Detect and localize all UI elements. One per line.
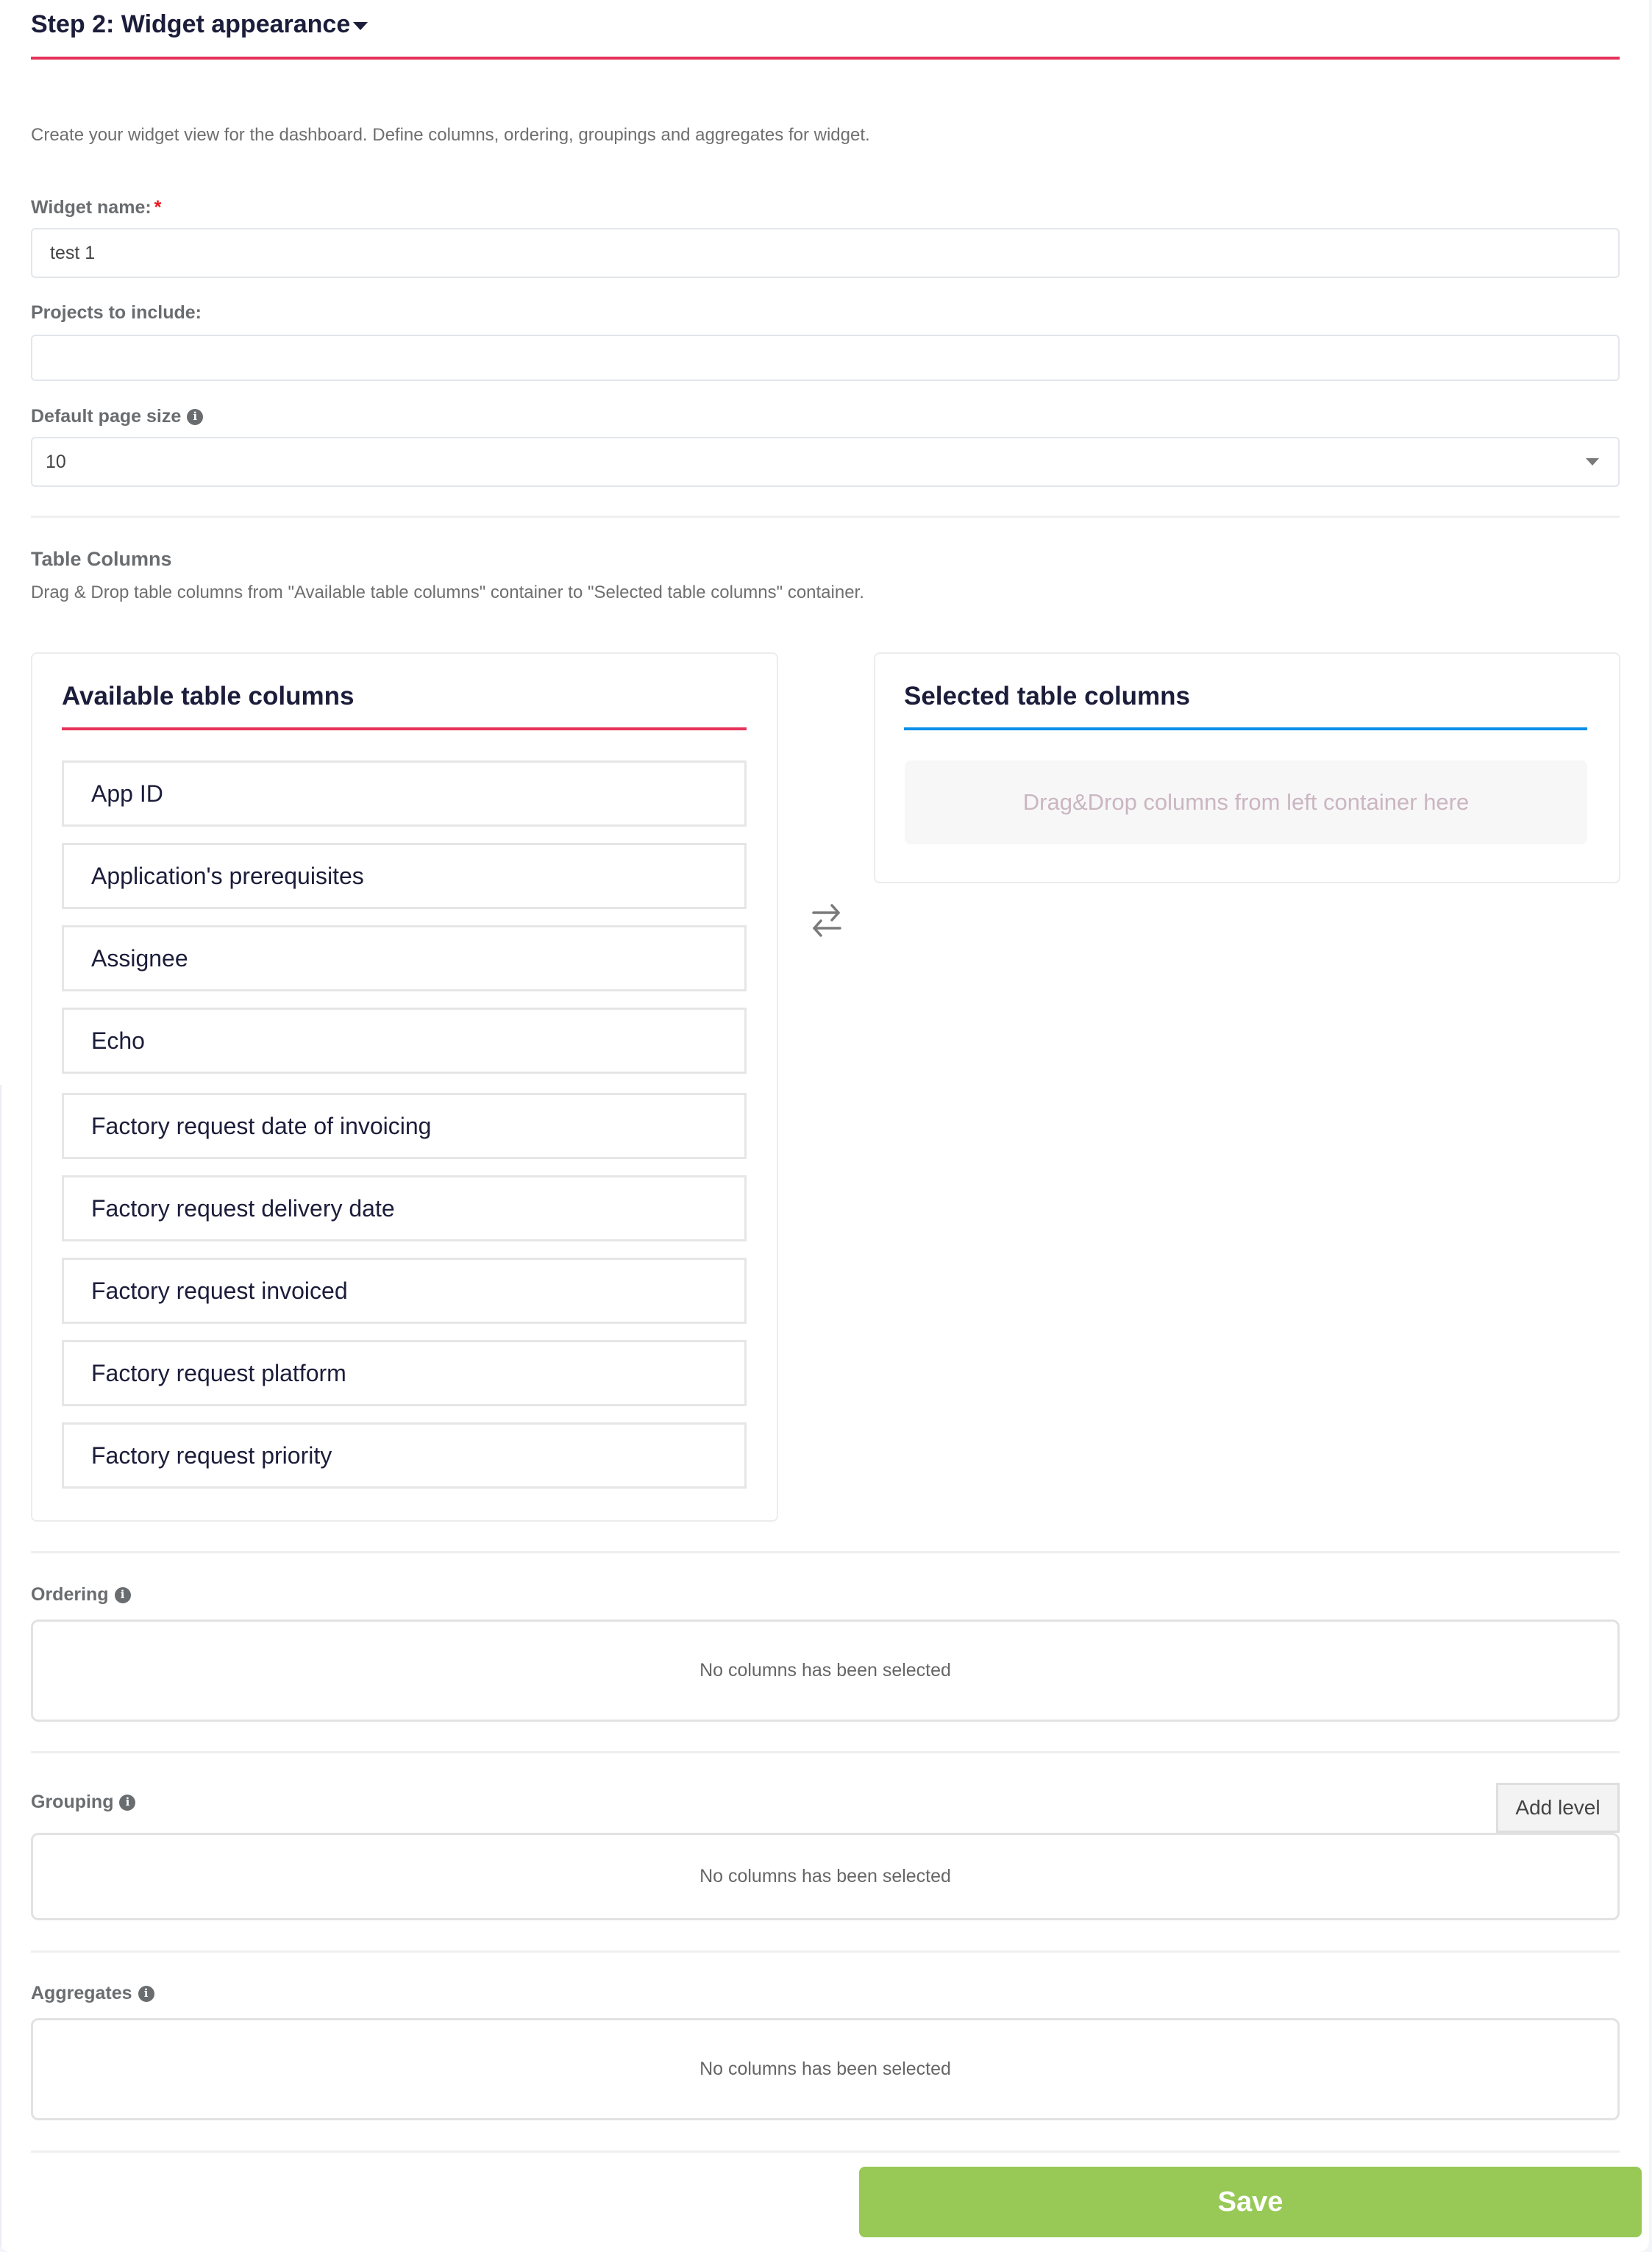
step-header-toggle[interactable]: Step 2: Widget appearance	[31, 10, 369, 39]
ordering-box: No columns has been selected	[31, 1619, 1620, 1722]
column-item[interactable]: Application's prerequisites	[62, 843, 747, 909]
column-item-label: Factory request delivery date	[91, 1194, 395, 1222]
column-item-label: Factory request platform	[91, 1359, 346, 1386]
column-item[interactable]: Assignee	[62, 925, 747, 991]
column-item[interactable]: Factory request date of invoicing	[62, 1093, 747, 1159]
add-level-label: Add level	[1515, 1796, 1601, 1819]
column-item-label: Application's prerequisites	[91, 862, 364, 889]
save-button[interactable]: Save	[859, 2167, 1642, 2237]
divider	[31, 1950, 1620, 1953]
grouping-label-text: Grouping	[31, 1792, 114, 1812]
dropdown-arrow-icon	[1586, 458, 1599, 466]
table-columns-title: Table Columns	[31, 548, 172, 570]
selected-columns-dropzone[interactable]: Drag&Drop columns from left container he…	[905, 760, 1587, 844]
info-icon[interactable]: i	[138, 1985, 154, 2002]
ordering-label-text: Ordering	[31, 1584, 109, 1605]
column-item-label: App ID	[91, 780, 163, 807]
widget-name-label: Widget name: *	[31, 197, 161, 218]
grouping-empty-text: No columns has been selected	[699, 1866, 951, 1886]
column-item[interactable]: Factory request delivery date	[62, 1175, 747, 1241]
selected-underline	[904, 727, 1587, 730]
step-title: Step 2: Widget appearance	[31, 10, 351, 38]
step-description: Create your widget view for the dashboar…	[31, 125, 870, 145]
page-size-label-text: Default page size	[31, 406, 182, 427]
grouping-label: Grouping i	[31, 1792, 136, 1813]
aggregates-label: Aggregates i	[31, 1983, 154, 2004]
selected-columns-title: Selected table columns	[904, 682, 1191, 710]
column-item-label: Factory request priority	[91, 1442, 332, 1469]
available-underline	[62, 727, 747, 730]
widget-name-label-text: Widget name:	[31, 197, 152, 218]
aggregates-label-text: Aggregates	[31, 1983, 132, 2003]
page-size-value: 10	[46, 451, 66, 472]
available-columns-title: Available table columns	[62, 682, 355, 710]
info-icon[interactable]: i	[119, 1794, 136, 1811]
aggregates-box: No columns has been selected	[31, 2018, 1620, 2120]
add-level-button[interactable]: Add level	[1496, 1783, 1620, 1833]
ordering-label: Ordering i	[31, 1584, 131, 1606]
table-columns-help: Drag & Drop table columns from "Availabl…	[31, 582, 864, 602]
divider	[31, 1751, 1620, 1753]
divider	[31, 1551, 1620, 1553]
info-icon[interactable]: i	[114, 1586, 131, 1603]
widget-name-input[interactable]: test 1	[31, 228, 1620, 278]
swap-arrows-icon[interactable]	[809, 902, 844, 938]
left-edge-border	[0, 1085, 1, 2247]
column-item-label: Assignee	[91, 944, 188, 972]
required-mark: *	[154, 197, 162, 218]
divider	[31, 2151, 1620, 2153]
widget-name-value: test 1	[50, 242, 96, 263]
column-item[interactable]: Factory request priority	[62, 1422, 747, 1489]
page-size-label: Default page size i	[31, 406, 204, 427]
divider	[31, 516, 1620, 518]
info-icon[interactable]: i	[187, 408, 204, 425]
aggregates-empty-text: No columns has been selected	[699, 2059, 951, 2079]
column-item-label: Echo	[91, 1027, 145, 1054]
projects-label-text: Projects to include:	[31, 302, 202, 323]
column-item-label: Factory request date of invoicing	[91, 1112, 432, 1139]
column-item-label: Factory request invoiced	[91, 1277, 348, 1304]
ordering-empty-text: No columns has been selected	[699, 1660, 951, 1681]
dropzone-placeholder: Drag&Drop columns from left container he…	[1022, 789, 1470, 815]
column-item[interactable]: Echo	[62, 1008, 747, 1074]
projects-label: Projects to include:	[31, 302, 202, 324]
column-item[interactable]: App ID	[62, 760, 747, 827]
title-underline	[31, 57, 1620, 60]
grouping-box: No columns has been selected	[31, 1833, 1620, 1920]
column-item[interactable]: Factory request platform	[62, 1340, 747, 1406]
page-size-select[interactable]: 10	[31, 437, 1620, 487]
projects-input[interactable]	[31, 335, 1620, 381]
column-item[interactable]: Factory request invoiced	[62, 1258, 747, 1324]
caret-down-icon	[353, 22, 369, 30]
save-label: Save	[1217, 2186, 1283, 2217]
